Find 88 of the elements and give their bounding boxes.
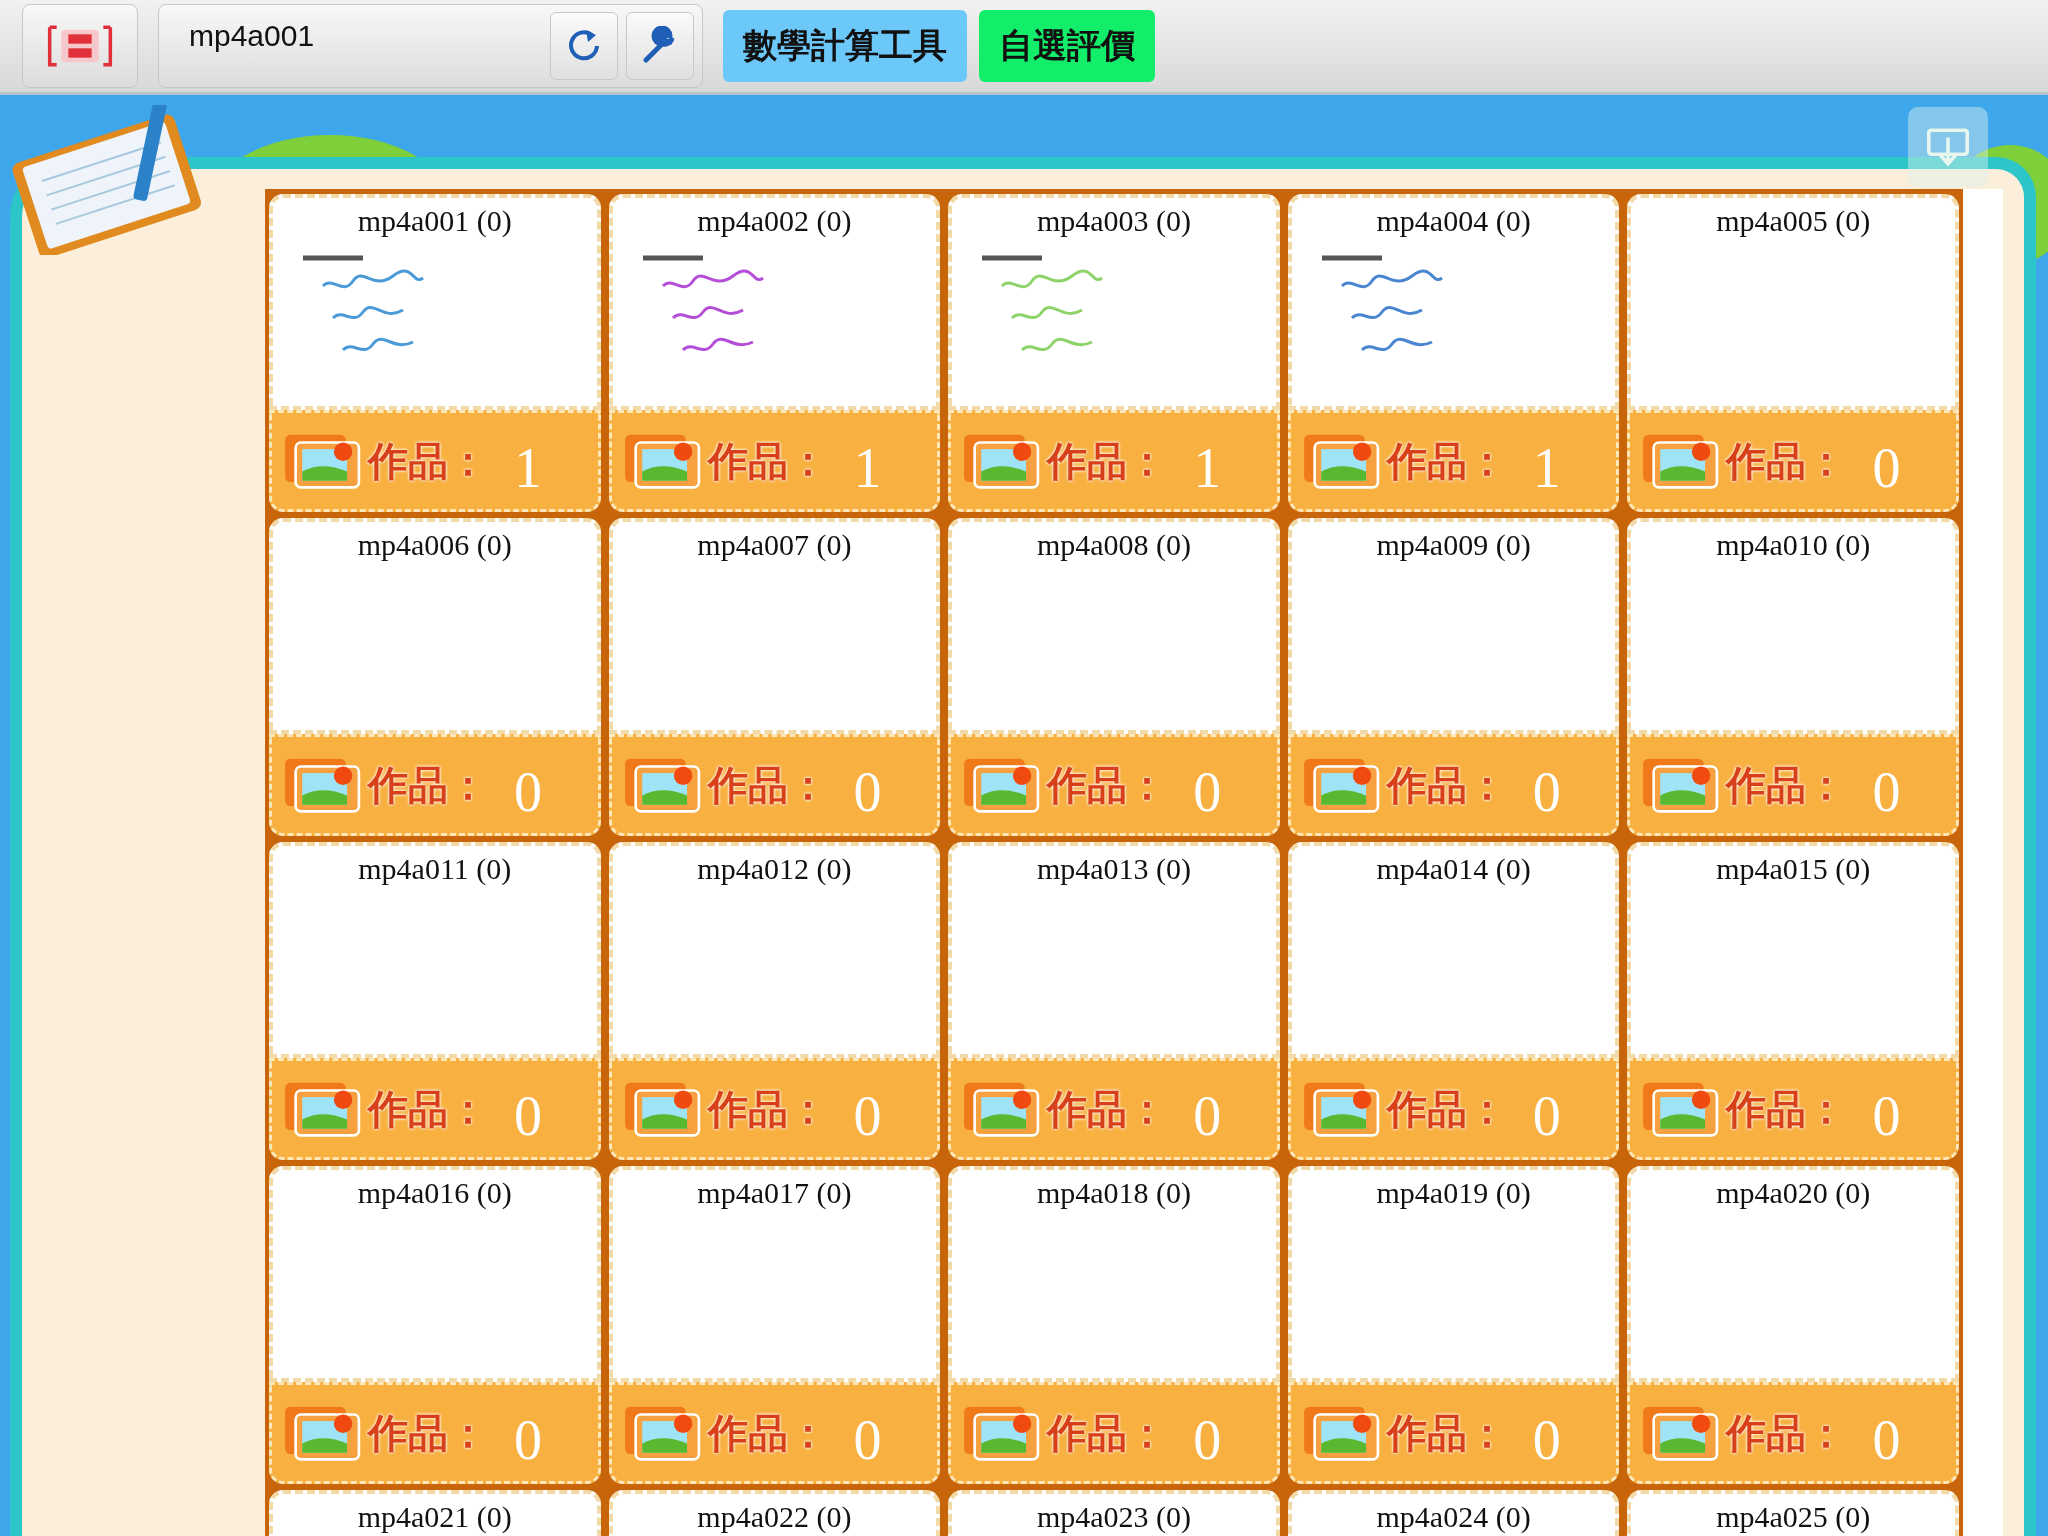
card-title: mp4a008 (0) — [1036, 528, 1192, 562]
works-count: 0 — [1193, 1084, 1222, 1148]
works-label: 作品： — [1726, 760, 1847, 810]
picture-frame-icon — [1640, 1080, 1721, 1138]
works-label: 作品： — [1386, 1408, 1507, 1458]
card-title: mp4a007 (0) — [697, 528, 852, 562]
card-title: mp4a015 (0) — [1716, 852, 1871, 886]
tool-tab-button[interactable]: 數學計算工具 — [723, 10, 967, 82]
tool-tab-button[interactable]: 自選評價 — [979, 10, 1155, 82]
works-count: 0 — [1872, 1408, 1901, 1472]
works-label: 作品： — [368, 1408, 488, 1458]
work-card[interactable]: mp4a024 (0) — [1287, 1490, 1620, 1536]
work-card[interactable]: mp4a021 (0) — [269, 1490, 601, 1536]
picture-frame-icon — [282, 756, 362, 814]
card-title: mp4a003 (0) — [1036, 204, 1192, 238]
works-label: 作品： — [707, 1408, 828, 1458]
works-label: 作品： — [1047, 760, 1168, 810]
works-label: 作品： — [1726, 1084, 1847, 1134]
card-title: mp4a009 (0) — [1376, 528, 1531, 562]
work-card[interactable]: mp4a022 (0) — [608, 1490, 941, 1536]
picture-frame-icon — [1640, 1404, 1721, 1462]
card-title: mp4a018 (0) — [1036, 1176, 1192, 1210]
works-count: 0 — [1532, 1408, 1561, 1472]
picture-frame-icon — [282, 1080, 362, 1138]
settings-button[interactable] — [626, 12, 694, 80]
picture-frame-icon — [961, 756, 1042, 814]
works-count: 0 — [853, 1084, 882, 1148]
logo-button[interactable] — [22, 4, 138, 88]
refresh-button[interactable] — [550, 12, 618, 80]
picture-frame-icon — [961, 1080, 1042, 1138]
works-label: 作品： — [1047, 1084, 1168, 1134]
works-count: 0 — [1193, 1408, 1222, 1472]
works-label: 作品： — [1386, 436, 1507, 486]
picture-frame-icon — [282, 432, 362, 490]
card-title: mp4a004 (0) — [1376, 204, 1531, 238]
picture-frame-icon — [1640, 756, 1721, 814]
card-title: mp4a024 (0) — [1376, 1500, 1531, 1534]
works-count: 1 — [853, 436, 882, 500]
works-label: 作品： — [707, 760, 828, 810]
works-count: 0 — [514, 1084, 542, 1148]
works-label: 作品： — [1726, 1408, 1847, 1458]
picture-frame-icon — [961, 1404, 1042, 1462]
works-count: 1 — [514, 436, 542, 500]
card-title: mp4a006 (0) — [357, 528, 512, 562]
card-title: mp4a023 (0) — [1036, 1500, 1192, 1534]
picture-frame-icon — [961, 432, 1042, 490]
works-label: 作品： — [1047, 1408, 1168, 1458]
card-title: mp4a001 (0) — [357, 204, 512, 238]
card-title: mp4a012 (0) — [697, 852, 852, 886]
card-title: mp4a021 (0) — [357, 1500, 512, 1534]
card-title: mp4a019 (0) — [1376, 1176, 1531, 1210]
works-label: 作品： — [1047, 436, 1168, 486]
works-label: 作品： — [707, 1084, 828, 1134]
works-count: 0 — [514, 1408, 542, 1472]
card-title: mp4a014 (0) — [1376, 852, 1531, 886]
works-count: 0 — [1532, 1084, 1561, 1148]
card-title: mp4a013 (0) — [1036, 852, 1192, 886]
card-title: mp4a022 (0) — [697, 1500, 852, 1534]
card-title: mp4a011 (0) — [358, 852, 512, 886]
works-count: 0 — [1532, 760, 1561, 824]
works-count: 0 — [853, 760, 882, 824]
works-count: 0 — [853, 1408, 882, 1472]
works-label: 作品： — [1386, 760, 1507, 810]
works-count: 0 — [1872, 760, 1901, 824]
works-count: 0 — [514, 760, 542, 824]
works-label: 作品： — [368, 436, 488, 486]
work-card[interactable]: mp4a025 (0) — [1627, 1490, 1959, 1536]
works-label: 作品： — [1726, 436, 1847, 486]
works-label: 作品： — [707, 436, 828, 486]
card-title: mp4a010 (0) — [1716, 528, 1871, 562]
card-title: mp4a002 (0) — [697, 204, 852, 238]
card-title: mp4a005 (0) — [1716, 204, 1871, 238]
card-title: mp4a017 (0) — [697, 1176, 852, 1210]
card-title: mp4a025 (0) — [1716, 1500, 1871, 1534]
works-count: 1 — [1193, 436, 1222, 500]
picture-frame-icon — [1640, 432, 1721, 490]
works-label: 作品： — [368, 1084, 488, 1134]
works-count: 1 — [1532, 436, 1561, 500]
work-card[interactable]: mp4a023 (0) — [948, 1490, 1280, 1536]
works-label: 作品： — [1386, 1084, 1507, 1134]
card-title: mp4a016 (0) — [357, 1176, 512, 1210]
address-field[interactable]: mp4a001 — [158, 4, 703, 88]
card-title: mp4a020 (0) — [1716, 1176, 1871, 1210]
works-label: 作品： — [368, 760, 488, 810]
works-count: 0 — [1193, 760, 1222, 824]
works-count: 0 — [1872, 436, 1901, 500]
works-count: 0 — [1872, 1084, 1901, 1148]
picture-frame-icon — [282, 1404, 362, 1462]
